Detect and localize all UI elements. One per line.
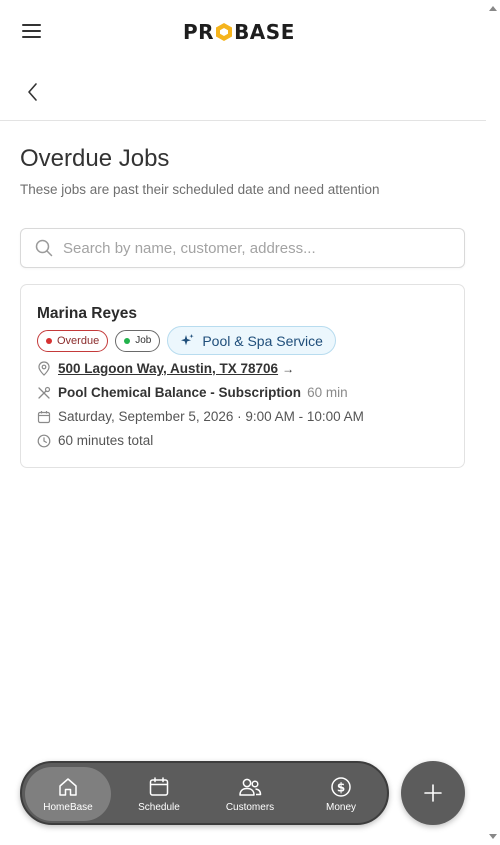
back-navigation-row [0,62,486,121]
clock-icon [37,434,51,447]
service-name: Pool Chemical Balance - Subscription [58,385,302,400]
overdue-badge: Overdue [37,329,109,352]
job-badges: Overdue Job Pool & Spa Service [37,326,343,355]
schedule-row: Saturday, September 5, 2026 · 9:00 AM - … [37,409,364,424]
scrollbar[interactable] [486,0,500,845]
nav-label-money: Money [325,801,356,813]
scroll-down-arrow-icon[interactable] [489,834,497,839]
probase-logo[interactable]: PR BASE [183,19,295,45]
users-icon [239,778,262,796]
address-link[interactable]: 500 Lagoon Way, Austin, TX 78706 [58,361,278,376]
page-subtitle: These jobs are past their scheduled date… [20,182,380,197]
nav-label-homebase: HomeBase [43,801,93,813]
back-chevron-icon[interactable] [24,80,42,104]
service-duration: 60 min [307,385,348,400]
overdue-badge-label: Overdue [57,334,100,347]
service-category-badge: Pool & Spa Service [167,326,336,355]
tools-icon [38,386,51,399]
scroll-up-arrow-icon[interactable] [489,6,497,11]
service-row: Pool Chemical Balance - Subscription 60 … [37,385,348,400]
calendar-icon [149,776,169,796]
nav-label-schedule: Schedule [138,801,180,813]
service-category-label: Pool & Spa Service [202,332,323,349]
nav-item-money[interactable]: $ Money [298,767,384,821]
overdue-dot-icon [46,337,52,344]
bottom-navigation: HomeBase Schedule Customers $ Money [20,761,389,825]
calendar-icon [37,410,51,423]
plus-icon [424,784,442,802]
nav-item-schedule[interactable]: Schedule [116,767,202,821]
top-bar: PR BASE [0,0,486,62]
home-icon [59,777,77,796]
location-pin-icon [38,361,50,376]
page-title: Overdue Jobs [20,145,170,172]
job-type-badge: Job [115,329,161,352]
logo-text-left: PR [183,20,215,44]
address-row: 500 Lagoon Way, Austin, TX 78706 → [37,361,294,376]
hamburger-menu-icon[interactable] [22,24,42,40]
logo-text-right: BASE [234,20,295,44]
arrow-right-icon[interactable]: → [282,362,294,376]
search-input[interactable] [63,239,443,257]
total-time-row: 60 minutes total [37,433,153,448]
job-type-label: Job [135,335,152,346]
dollar-icon: $ [331,776,351,797]
total-time: 60 minutes total [58,433,154,448]
search-icon [35,239,53,257]
sparkle-icon [181,334,194,346]
schedule-datetime: Saturday, September 5, 2026 · 9:00 AM - … [58,409,364,424]
svg-text:$: $ [337,780,345,794]
search-box[interactable] [20,228,465,268]
nav-item-customers[interactable]: Customers [207,767,293,821]
customer-name: Marina Reyes [37,305,137,322]
nav-item-homebase[interactable]: HomeBase [25,767,111,821]
add-button[interactable] [401,761,465,825]
job-dot-icon [124,337,131,344]
job-card[interactable]: Marina Reyes Overdue Job Pool & Spa Serv… [20,284,465,468]
nav-label-customers: Customers [225,801,275,813]
logo-hexagon-icon [215,22,233,42]
